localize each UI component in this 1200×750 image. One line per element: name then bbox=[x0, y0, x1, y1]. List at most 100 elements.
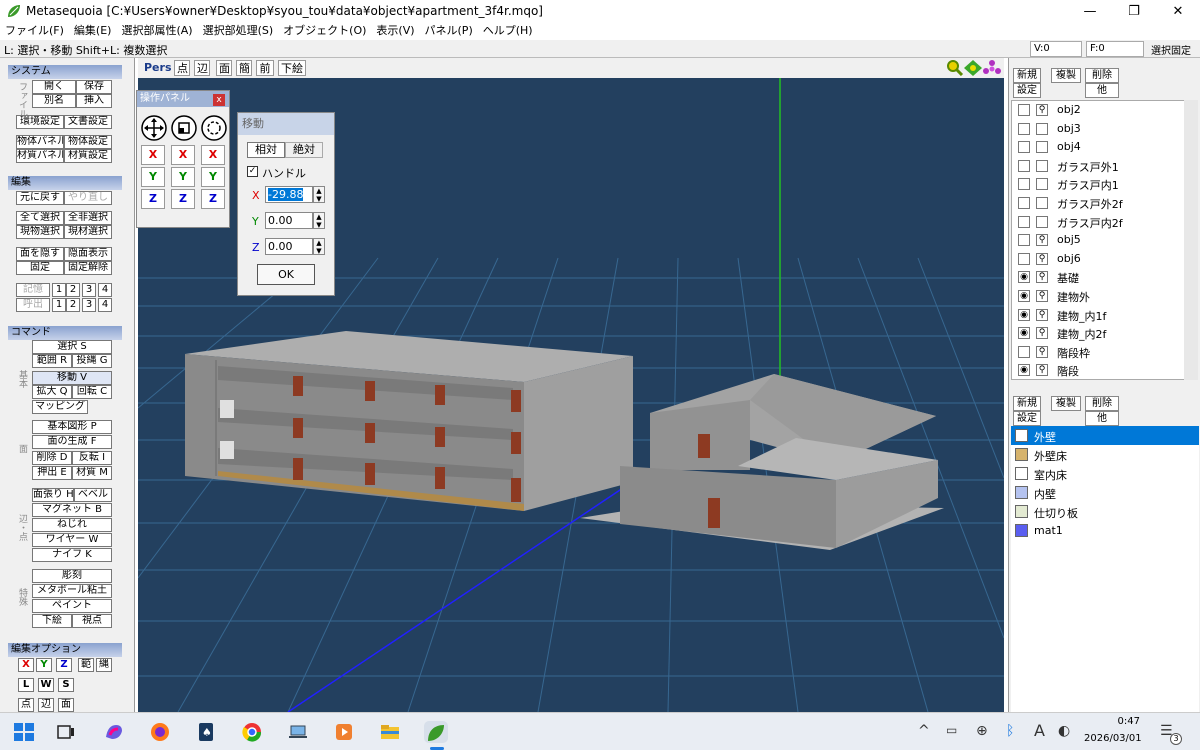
unfix-button[interactable]: 固定解除 bbox=[64, 261, 112, 275]
redo-button[interactable]: やり直し bbox=[64, 191, 112, 205]
save-button[interactable]: 保存 bbox=[76, 80, 112, 94]
material-tool-button[interactable]: 材質 M bbox=[72, 466, 112, 480]
lock-icon[interactable]: ⚲ bbox=[1036, 271, 1048, 284]
move-tool-button[interactable]: 移動 V bbox=[32, 371, 112, 385]
scale-tool-button[interactable]: 拡大 Q bbox=[32, 385, 72, 399]
op-y-button-2[interactable]: Y bbox=[171, 167, 195, 187]
object-duplicate-button[interactable]: 複製 bbox=[1051, 68, 1081, 83]
menu-panel[interactable]: パネル(P) bbox=[420, 22, 478, 40]
select-current-material-button[interactable]: 現材選択 bbox=[64, 225, 112, 239]
show-faces-toggle[interactable]: 面 bbox=[216, 60, 232, 76]
visibility-checkbox[interactable] bbox=[1018, 215, 1030, 228]
object-list-scrollbar[interactable] bbox=[1184, 100, 1198, 380]
lock-checkbox[interactable] bbox=[1036, 215, 1048, 228]
lock-icon[interactable]: ⚲ bbox=[1036, 252, 1048, 265]
deselect-all-button[interactable]: 全非選択 bbox=[64, 211, 112, 225]
visibility-checkbox[interactable] bbox=[1018, 196, 1030, 209]
op-x-button-3[interactable]: X bbox=[201, 145, 225, 165]
object-settings-button[interactable]: 設定 bbox=[1013, 83, 1041, 98]
move-mode-icon[interactable] bbox=[141, 115, 167, 141]
memory-2[interactable]: 2 bbox=[66, 283, 80, 297]
op-z-button-2[interactable]: Z bbox=[171, 189, 195, 209]
recall-2[interactable]: 2 bbox=[66, 298, 80, 312]
lock-checkbox[interactable] bbox=[1036, 178, 1048, 191]
hide-face-button[interactable]: 面を隠す bbox=[16, 247, 64, 261]
task-view-icon[interactable] bbox=[54, 721, 78, 743]
material-list-item[interactable]: 仕切り板 bbox=[1011, 502, 1199, 521]
visibility-checkbox[interactable] bbox=[1018, 122, 1030, 135]
visibility-checkbox[interactable] bbox=[1018, 141, 1030, 154]
point-mode-toggle[interactable]: 点 bbox=[18, 698, 34, 712]
recall-1[interactable]: 1 bbox=[52, 298, 66, 312]
scale-mode-icon[interactable] bbox=[171, 115, 197, 141]
magnet-button[interactable]: マグネット B bbox=[32, 503, 112, 517]
bevel-button[interactable]: ベベル bbox=[74, 488, 112, 502]
doc-settings-button[interactable]: 文書設定 bbox=[64, 115, 112, 129]
select-current-object-button[interactable]: 現物選択 bbox=[16, 225, 64, 239]
z-input[interactable]: 0.00 bbox=[265, 238, 313, 255]
menu-view[interactable]: 表示(V) bbox=[371, 22, 419, 40]
create-face-button[interactable]: 面の生成 F bbox=[32, 435, 112, 449]
visibility-checkbox[interactable] bbox=[1018, 234, 1030, 247]
lock-checkbox[interactable] bbox=[1036, 196, 1048, 209]
object-delete-button[interactable]: 削除 bbox=[1085, 68, 1119, 83]
material-list-item[interactable]: 室内床 bbox=[1011, 464, 1199, 483]
lasso-toggle[interactable]: 縄 bbox=[96, 658, 112, 672]
volume-icon[interactable]: ◐ bbox=[1058, 723, 1070, 739]
select-all-button[interactable]: 全て選択 bbox=[16, 211, 64, 225]
axis-z-toggle[interactable]: Z bbox=[56, 658, 72, 672]
lock-checkbox[interactable] bbox=[1036, 141, 1048, 154]
object-list-item[interactable]: ◉ ⚲ 建物_内2f bbox=[1012, 324, 1184, 343]
wire-button[interactable]: ワイヤー W bbox=[32, 533, 112, 547]
delete-button[interactable]: 削除 D bbox=[32, 451, 72, 465]
select-tool-button[interactable]: 選択 S bbox=[32, 340, 112, 354]
range-tool-button[interactable]: 範囲 R bbox=[32, 354, 72, 368]
media-player-icon[interactable] bbox=[332, 721, 356, 743]
y-input[interactable]: 0.00 bbox=[265, 212, 313, 229]
metaball-button[interactable]: メタボール粘土 bbox=[32, 584, 112, 598]
object-list-item[interactable]: ⚲ obj6 bbox=[1012, 250, 1184, 269]
menu-selection-attr[interactable]: 選択部属性(A) bbox=[116, 22, 197, 40]
absolute-tab[interactable]: 絶対 bbox=[285, 142, 323, 158]
face-mode-toggle[interactable]: 面 bbox=[58, 698, 74, 712]
material-settings-button[interactable]: 材質設定 bbox=[64, 149, 112, 163]
zoom-icon[interactable] bbox=[946, 60, 964, 76]
underlay-view-button[interactable]: 下絵 bbox=[278, 60, 306, 76]
lock-icon[interactable]: ⚲ bbox=[1036, 234, 1048, 247]
z-spinner[interactable]: ▲ ▼ bbox=[313, 238, 325, 255]
env-settings-button[interactable]: 環境設定 bbox=[16, 115, 64, 129]
x-spinner[interactable]: ▲ ▼ bbox=[313, 186, 325, 203]
object-list-item[interactable]: obj4 bbox=[1012, 138, 1184, 157]
memory-3[interactable]: 3 bbox=[82, 283, 96, 297]
eye-icon[interactable]: ◉ bbox=[1018, 364, 1030, 377]
eye-icon[interactable]: ◉ bbox=[1018, 327, 1030, 340]
twist-button[interactable]: ねじれ bbox=[32, 518, 112, 532]
object-list-item[interactable]: ガラス戸外1 bbox=[1012, 157, 1184, 176]
insert-button[interactable]: 挿入 bbox=[76, 94, 112, 108]
maximize-button[interactable]: ❐ bbox=[1112, 0, 1156, 22]
memory-button[interactable]: 記憶 bbox=[16, 283, 50, 297]
lock-icon[interactable]: ⚲ bbox=[1036, 364, 1048, 377]
material-new-button[interactable]: 新規 bbox=[1013, 396, 1041, 411]
visibility-checkbox[interactable] bbox=[1018, 159, 1030, 172]
clock-time[interactable]: 0:47 bbox=[1096, 716, 1140, 727]
underlay-button[interactable]: 下絵 bbox=[32, 614, 72, 628]
recall-3[interactable]: 3 bbox=[82, 298, 96, 312]
lock-icon[interactable]: ⚲ bbox=[1036, 104, 1048, 116]
menu-selection-proc[interactable]: 選択部処理(S) bbox=[198, 22, 279, 40]
axis-y-toggle[interactable]: Y bbox=[36, 658, 52, 672]
fix-button[interactable]: 固定 bbox=[16, 261, 64, 275]
lock-icon[interactable]: ⚲ bbox=[1036, 308, 1048, 321]
knife-button[interactable]: ナイフ K bbox=[32, 548, 112, 562]
file-explorer-icon[interactable] bbox=[378, 721, 402, 743]
show-edges-toggle[interactable]: 辺 bbox=[194, 60, 210, 76]
material-duplicate-button[interactable]: 複製 bbox=[1051, 396, 1081, 411]
op-z-button-1[interactable]: Z bbox=[141, 189, 165, 209]
perspective-toggle[interactable]: Pers bbox=[142, 60, 174, 76]
lock-checkbox[interactable] bbox=[1036, 122, 1048, 135]
simple-view-toggle[interactable]: 簡 bbox=[236, 60, 252, 76]
object-other-button[interactable]: 他 bbox=[1085, 83, 1119, 98]
show-hidden-icons-icon[interactable]: ^ bbox=[918, 723, 930, 739]
object-list-item[interactable]: ◉ ⚲ 階段 bbox=[1012, 361, 1184, 379]
object-list-item[interactable]: ガラス戸内2f bbox=[1012, 213, 1184, 232]
